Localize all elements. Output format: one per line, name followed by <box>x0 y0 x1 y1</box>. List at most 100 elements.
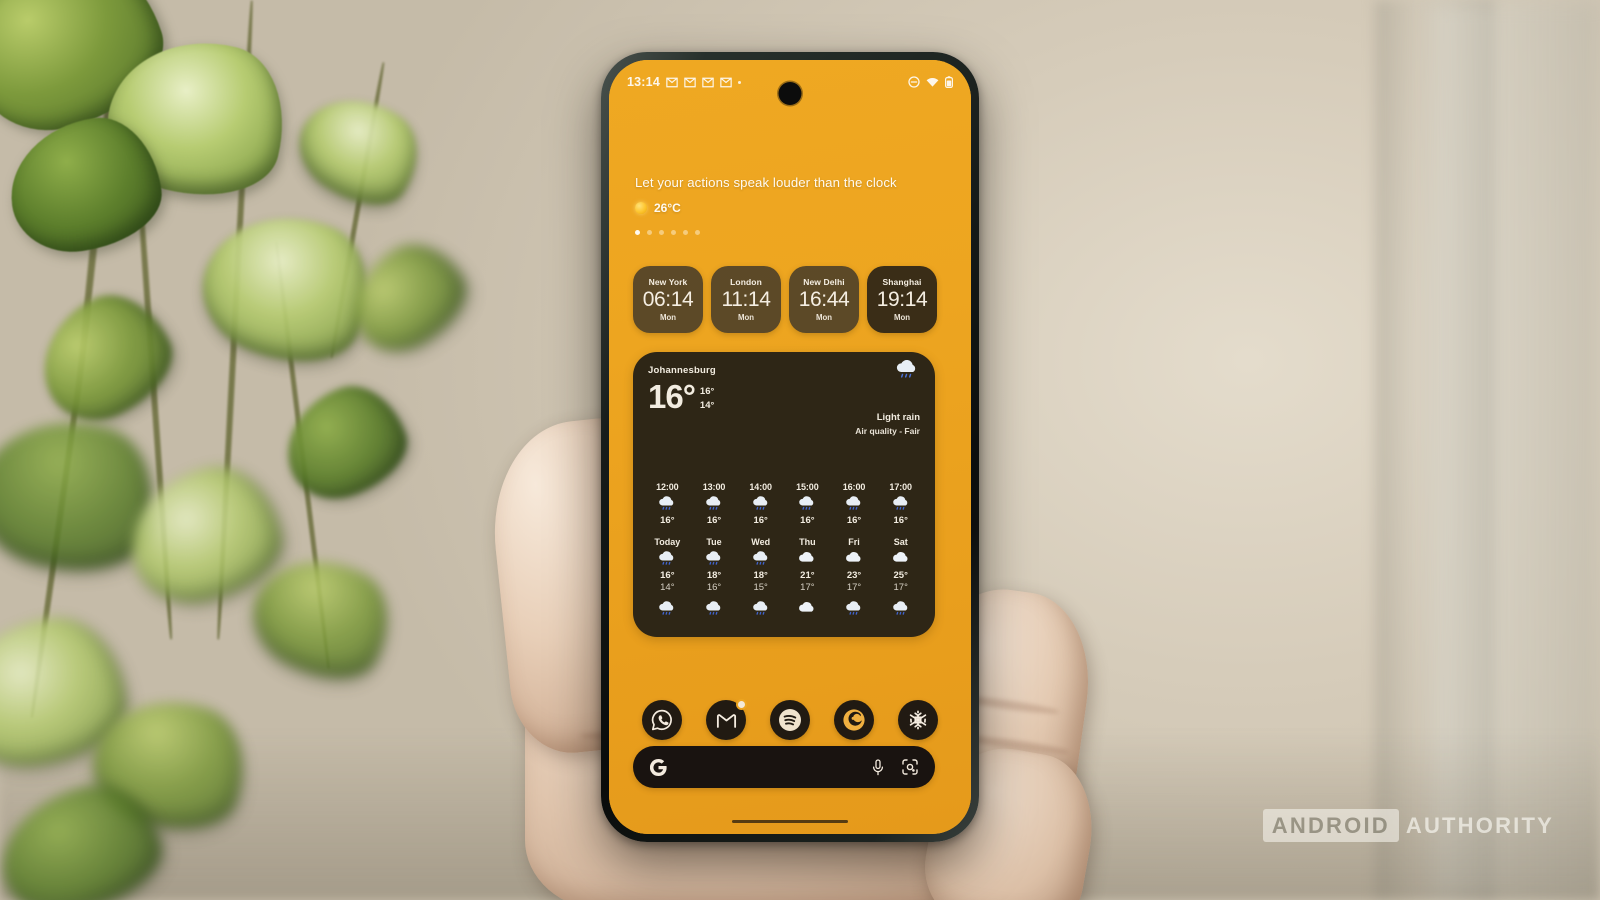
search-bar-actions[interactable] <box>871 758 918 776</box>
weather-current-temp: 16° <box>648 378 696 415</box>
hourly-temp: 16° <box>753 515 768 526</box>
page-dot <box>659 230 664 235</box>
message-icon <box>720 77 732 87</box>
watermark: ANDROID AUTHORITY <box>1262 809 1554 842</box>
hourly-temp: 16° <box>846 515 862 526</box>
daily-day: Thu <box>799 537 816 547</box>
daily-day: Today <box>654 537 681 547</box>
world-clock-widget-row[interactable]: New York 06:14 Mon London 11:14 Mon New Delhi 1… <box>633 266 937 333</box>
whatsapp-icon <box>651 709 672 731</box>
weather-daily-forecast: Today 16° 14° Tue 18° 16° Wed 18° 15° Thu 21° 1… <box>633 537 935 593</box>
hourly-time: 12:00 <box>656 482 679 492</box>
weather-widget[interactable]: Johannesburg 16° 16° 14° Light rain Air … <box>633 352 935 637</box>
page-indicator-dots <box>635 230 955 235</box>
rain-cloud-icon <box>892 496 907 510</box>
weather-high: 16° <box>699 386 715 397</box>
google-search-bar[interactable] <box>633 746 935 788</box>
rain-cloud-icon <box>799 496 814 510</box>
glance-temperature: 26°C <box>654 201 681 215</box>
watermark-authority: AUTHORITY <box>1405 813 1554 838</box>
daily-low: 17° <box>800 582 815 593</box>
hourly-temp: 16° <box>800 515 815 526</box>
daily-high: 23° <box>846 570 862 581</box>
cloud-icon <box>846 552 861 562</box>
daily-low: 14° <box>660 582 675 593</box>
rain-cloud-icon <box>659 496 674 510</box>
status-bar-right <box>908 76 953 88</box>
daily-forecast-cell: Sat 25° 17° <box>877 537 924 593</box>
hourly-forecast-cell: 15:00 16° <box>784 482 831 526</box>
rain-cloud-icon <box>659 601 674 615</box>
daily-forecast-cell: Tue 18° 16° <box>691 537 738 593</box>
glance-weather[interactable]: 26°C <box>635 201 955 215</box>
page-dot <box>635 230 640 235</box>
status-bar-left: 13:14 <box>627 75 741 89</box>
greeting-text: Let your actions speak louder than the c… <box>635 175 897 190</box>
cloud-icon <box>799 552 814 562</box>
dock-app-whatsapp[interactable] <box>642 700 682 740</box>
dock-app-firefox[interactable] <box>834 700 874 740</box>
page-dot <box>647 230 652 235</box>
sun-icon <box>635 202 647 214</box>
rain-cloud-icon <box>752 496 767 510</box>
weather-low: 14° <box>699 399 715 411</box>
world-clock-card-new-york[interactable]: New York 06:14 Mon <box>633 266 703 333</box>
rain-cloud-icon <box>659 551 674 565</box>
message-icon <box>666 77 678 87</box>
daily-high: 16° <box>660 570 675 581</box>
status-bar: 13:14 <box>609 60 971 104</box>
hourly-forecast-cell: 16:00 16° <box>831 482 878 526</box>
cloud-icon <box>892 552 908 562</box>
gmail-icon <box>716 713 736 728</box>
rain-cloud-icon <box>846 496 861 510</box>
weather-hourly-forecast: 12:00 16° 13:00 16° 14:00 16° 15:00 16° 16:0… <box>633 482 935 526</box>
world-clock-card-shanghai[interactable]: Shanghai 19:14 Mon <box>867 266 937 333</box>
weather-condition-block: Light rain Air quality - Fair <box>855 358 920 436</box>
microphone-icon[interactable] <box>871 758 885 776</box>
daily-forecast-icon-cell <box>877 597 924 617</box>
rain-cloud-icon <box>896 360 916 378</box>
hourly-time: 13:00 <box>702 482 726 492</box>
watermark-android: ANDROID <box>1262 809 1399 842</box>
clock-time: 06:14 <box>642 287 694 311</box>
hourly-time: 17:00 <box>889 482 912 492</box>
at-a-glance[interactable]: Let your actions speak louder than the c… <box>635 175 955 235</box>
daily-day: Wed <box>751 537 771 547</box>
daily-forecast-cell: Thu 21° 17° <box>784 537 831 593</box>
phone-device: 13:14 Let your actions speak louder than… <box>601 52 979 842</box>
rain-cloud-icon <box>752 551 767 565</box>
gesture-navigation-bar[interactable] <box>732 819 848 823</box>
clock-day: Mon <box>659 313 677 323</box>
hourly-time: 14:00 <box>749 482 772 492</box>
dock-app-gmail[interactable] <box>706 699 747 740</box>
phone-screen[interactable]: 13:14 Let your actions speak louder than… <box>609 60 971 834</box>
page-dot <box>671 230 676 235</box>
dock-app-snowflake-app[interactable] <box>898 700 938 740</box>
hourly-forecast-cell: 17:00 16° <box>877 482 924 526</box>
daily-forecast-cell: Fri 23° 17° <box>831 537 878 593</box>
app-dock[interactable] <box>609 699 971 740</box>
hourly-forecast-cell: 14:00 16° <box>737 482 784 526</box>
world-clock-card-london[interactable]: London 11:14 Mon <box>711 266 781 333</box>
daily-forecast-icon-cell <box>691 597 738 617</box>
message-icon <box>684 77 696 87</box>
google-g-icon[interactable] <box>650 758 667 776</box>
spotify-icon <box>779 709 801 731</box>
hourly-time: 16:00 <box>842 482 866 492</box>
daily-forecast-cell: Today 16° 14° <box>644 537 691 593</box>
daily-day: Tue <box>706 537 722 547</box>
clock-city: Shanghai <box>882 276 922 287</box>
rain-cloud-icon <box>752 601 767 615</box>
daily-low: 15° <box>753 582 768 593</box>
hourly-forecast-cell: 13:00 16° <box>691 482 738 526</box>
daily-low: 17° <box>893 582 908 593</box>
status-bar-clock: 13:14 <box>627 75 660 89</box>
hourly-time: 15:00 <box>796 482 819 492</box>
daily-forecast-icon-cell <box>784 597 831 617</box>
dock-app-spotify[interactable] <box>770 700 810 740</box>
clock-time: 16:44 <box>798 287 850 311</box>
world-clock-card-new-delhi[interactable]: New Delhi 16:44 Mon <box>789 266 859 333</box>
cloud-icon <box>799 602 814 612</box>
google-lens-icon[interactable] <box>902 759 918 775</box>
do-not-disturb-icon <box>908 76 920 88</box>
